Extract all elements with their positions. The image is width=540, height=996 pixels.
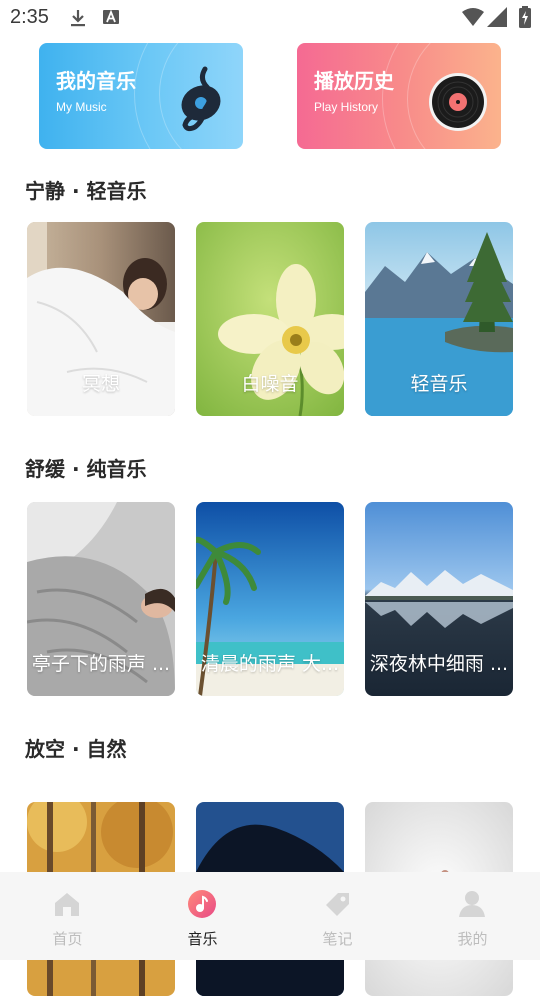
section-title-calm: 宁静 · 轻音乐 bbox=[25, 179, 147, 203]
play-history-card[interactable]: 播放历史 Play History bbox=[297, 43, 501, 149]
signal-icon bbox=[487, 7, 507, 27]
home-icon bbox=[55, 893, 79, 916]
download-icon bbox=[71, 10, 85, 27]
play-history-subtitle: Play History bbox=[314, 100, 379, 114]
tile-light-music[interactable]: 轻音乐 bbox=[365, 222, 513, 416]
my-music-card[interactable]: 我的音乐 My Music bbox=[39, 43, 243, 149]
profile-icon bbox=[459, 891, 485, 917]
music-note-icon bbox=[188, 890, 216, 918]
nav-home[interactable]: 首页 bbox=[0, 872, 135, 960]
bottom-navigation: 首页 音乐 笔记 我的 bbox=[0, 872, 540, 960]
my-music-title: 我的音乐 bbox=[56, 69, 136, 93]
status-bar: 2:35 bbox=[0, 0, 540, 36]
tile-pavilion-rain[interactable]: 亭子下的雨声 ... bbox=[27, 502, 175, 696]
battery-icon bbox=[519, 6, 531, 28]
tile-label: 白噪音 bbox=[241, 373, 299, 395]
nav-notes[interactable]: 笔记 bbox=[270, 872, 405, 960]
nav-music[interactable]: 音乐 bbox=[135, 872, 270, 960]
nav-label: 首页 bbox=[52, 930, 83, 948]
tile-white-noise[interactable]: 白噪音 bbox=[196, 222, 344, 416]
vinyl-record-icon bbox=[429, 73, 487, 131]
tile-night-forest-rain[interactable]: 深夜林中细雨 ... bbox=[365, 502, 513, 696]
play-history-title: 播放历史 bbox=[314, 69, 394, 93]
note-tag-icon bbox=[326, 893, 349, 916]
music-note-icon bbox=[181, 66, 221, 132]
status-time: 2:35 bbox=[10, 6, 49, 28]
font-a-icon bbox=[103, 9, 119, 24]
tile-label: 清晨的雨声 大... bbox=[200, 653, 340, 675]
tile-label: 亭子下的雨声 ... bbox=[31, 653, 171, 675]
nav-label: 笔记 bbox=[322, 930, 353, 948]
wifi-icon bbox=[462, 8, 484, 26]
nav-label: 音乐 bbox=[187, 930, 218, 948]
nav-profile[interactable]: 我的 bbox=[405, 872, 540, 960]
section-title-nature: 放空 · 自然 bbox=[25, 737, 127, 761]
tile-label: 深夜林中细雨 ... bbox=[369, 653, 509, 675]
tile-label: 轻音乐 bbox=[410, 373, 468, 395]
nav-label: 我的 bbox=[457, 930, 488, 948]
tile-morning-rain[interactable]: 清晨的雨声 大... bbox=[196, 502, 344, 696]
tile-label: 冥想 bbox=[81, 373, 120, 395]
section-title-soothing: 舒缓 · 纯音乐 bbox=[25, 457, 147, 481]
my-music-subtitle: My Music bbox=[56, 100, 107, 114]
tile-meditation[interactable]: 冥想 bbox=[27, 222, 175, 416]
